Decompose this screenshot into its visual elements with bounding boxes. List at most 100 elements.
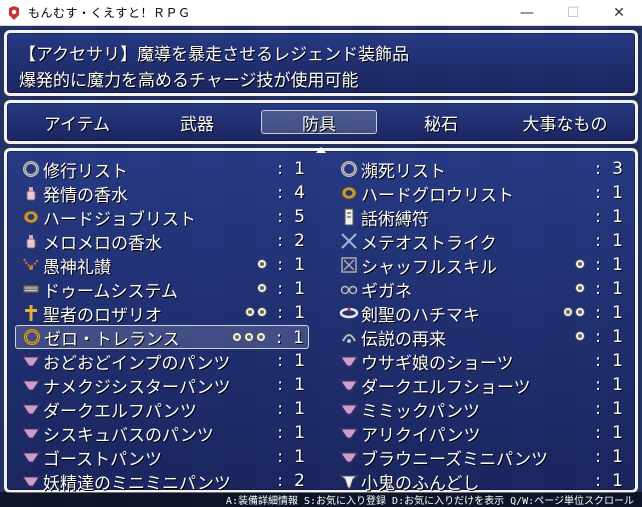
help-text-line-1: 【アクセサリ】魔導を暴走させるレジェンド装飾品 xyxy=(19,45,410,65)
help-window: 【アクセサリ】魔導を暴走させるレジェンド装飾品 爆発的に魔力を高めるチャージ技が… xyxy=(4,30,638,96)
item-list-window: 修行リスト:1 発情の香水:4 ハードジョブリスト:5 メロメロの香水:2 愚神礼讃:1… xyxy=(4,147,638,494)
item-row[interactable]: 聖者のロザリオ:1 xyxy=(15,301,309,326)
item-row[interactable]: 小鬼のふんどし:1 xyxy=(333,469,627,494)
item-row[interactable]: メテオストライク:1 xyxy=(333,229,627,254)
item-row[interactable]: 妖精達のミニミニパンツ:2 xyxy=(15,469,309,494)
tab-stones[interactable]: 秘石 xyxy=(383,110,499,135)
game-screen: 【アクセサリ】魔導を暴走させるレジェンド装飾品 爆発的に魔力を高めるチャージ技が… xyxy=(0,26,642,507)
window-controls: — ☐ ✕ xyxy=(504,0,642,26)
item-row[interactable]: シャッフルスキル:1 xyxy=(333,253,627,278)
tab-armor[interactable]: 防具 xyxy=(261,110,377,135)
panties-icon xyxy=(22,356,40,367)
panties-icon xyxy=(340,404,358,415)
item-row[interactable]: おどおどインプのパンツ:1 xyxy=(15,349,309,374)
item-count: 1 xyxy=(612,327,623,347)
item-row[interactable]: ギガネ:1 xyxy=(333,277,627,302)
item-colon: : xyxy=(595,159,601,179)
item-name: 剣聖のハチマキ xyxy=(361,305,480,326)
item-name: 修行リスト xyxy=(43,161,128,182)
item-colon: : xyxy=(277,183,283,203)
item-row[interactable]: ドゥームシステム:1 xyxy=(15,277,309,302)
item-name: ダークエルフショーツ xyxy=(361,377,531,398)
item-count: 2 xyxy=(294,471,305,491)
slot-indicator xyxy=(575,331,585,341)
item-row[interactable]: 発情の香水:4 xyxy=(15,181,309,206)
item-row[interactable]: ダークエルフショーツ:1 xyxy=(333,373,627,398)
slot-dot-icon xyxy=(563,307,573,317)
item-colon: : xyxy=(595,279,601,299)
item-colon: : xyxy=(277,471,283,491)
item-row[interactable]: ゼロ・トレランス:1 xyxy=(15,325,309,350)
item-colon: : xyxy=(595,471,601,491)
panties-icon xyxy=(340,452,358,463)
perfume-icon xyxy=(26,187,36,201)
item-row[interactable]: ハードグロウリスト:1 xyxy=(333,181,627,206)
item-count: 1 xyxy=(612,231,623,251)
item-name: 瀕死リスト xyxy=(361,161,446,182)
item-row[interactable]: 瀕死リスト:3 xyxy=(333,157,627,182)
tab-weapons[interactable]: 武器 xyxy=(139,110,255,135)
item-row[interactable]: ブラウニーズミニパンツ:1 xyxy=(333,445,627,470)
item-row[interactable]: メロメロの香水:2 xyxy=(15,229,309,254)
maximize-button[interactable]: ☐ xyxy=(550,0,596,26)
item-colon: : xyxy=(277,447,283,467)
item-row[interactable]: ナメクジシスターパンツ:1 xyxy=(15,373,309,398)
item-row[interactable]: ダークエルフパンツ:1 xyxy=(15,397,309,422)
item-colon: : xyxy=(277,279,283,299)
slot-indicator xyxy=(575,283,585,293)
item-row[interactable]: ハードジョブリスト:5 xyxy=(15,205,309,230)
item-name: ゼロ・トレランス xyxy=(44,329,180,350)
panties-icon xyxy=(22,476,40,487)
minimize-button[interactable]: — xyxy=(504,0,550,26)
item-colon: : xyxy=(277,375,283,395)
slot-indicator xyxy=(257,283,267,293)
item-name: 発情の香水 xyxy=(43,185,128,206)
item-colon: : xyxy=(595,231,601,251)
cross-icon xyxy=(25,305,37,321)
item-row[interactable]: 剣聖のハチマキ:1 xyxy=(333,301,627,326)
item-colon: : xyxy=(277,159,283,179)
item-row[interactable]: シスキュバスのパンツ:1 xyxy=(15,421,309,446)
tab-key-items[interactable]: 大事なもの xyxy=(507,110,623,135)
item-name: 話術縛符 xyxy=(361,209,429,230)
item-colon: : xyxy=(595,375,601,395)
item-count: 1 xyxy=(294,279,305,299)
talisman-icon xyxy=(344,208,354,226)
slot-dot-icon xyxy=(575,307,585,317)
close-button[interactable]: ✕ xyxy=(596,0,642,26)
tab-items[interactable]: アイテム xyxy=(19,110,135,135)
slot-dot-icon xyxy=(256,332,266,342)
item-colon: : xyxy=(277,303,283,323)
item-name: ミミックパンツ xyxy=(361,401,480,422)
item-name: シスキュバスのパンツ xyxy=(43,425,214,446)
necklace-icon xyxy=(23,258,39,270)
item-row[interactable]: 愚神礼讃:1 xyxy=(15,253,309,278)
item-count: 1 xyxy=(612,279,623,299)
item-colon: : xyxy=(595,255,601,275)
item-colon: : xyxy=(277,423,283,443)
item-row[interactable]: 伝説の再来:1 xyxy=(333,325,627,350)
item-row[interactable]: 修行リスト:1 xyxy=(15,157,309,182)
legend-icon xyxy=(342,334,356,343)
item-name: シャッフルスキル xyxy=(361,257,497,278)
item-count: 1 xyxy=(294,447,305,467)
item-row[interactable]: アリクイパンツ:1 xyxy=(333,421,627,446)
panties-icon xyxy=(340,428,358,439)
item-colon: : xyxy=(277,399,283,419)
item-row[interactable]: ミミックパンツ:1 xyxy=(333,397,627,422)
item-colon: : xyxy=(277,255,283,275)
item-name: ダークエルフパンツ xyxy=(43,401,197,422)
item-row[interactable]: ゴーストパンツ:1 xyxy=(15,445,309,470)
item-count: 1 xyxy=(294,159,305,179)
item-count: 1 xyxy=(612,255,623,275)
item-row[interactable]: ウサギ娘のショーツ:1 xyxy=(333,349,627,374)
item-row[interactable]: 話術縛符:1 xyxy=(333,205,627,230)
item-name: アリクイパンツ xyxy=(361,425,481,446)
window-title: もんむす・くえすと！ＲＰＧ xyxy=(28,6,191,20)
item-count: 1 xyxy=(612,375,623,395)
status-bar: A:装備詳細情報 S:お気に入り登録 D:お気に入りだけを表示 Q/W:ページ単… xyxy=(0,492,642,507)
scroll-up-arrow-icon[interactable] xyxy=(316,147,326,153)
item-colon: : xyxy=(277,231,283,251)
slot-dot-icon xyxy=(575,259,585,269)
item-count: 1 xyxy=(294,375,305,395)
